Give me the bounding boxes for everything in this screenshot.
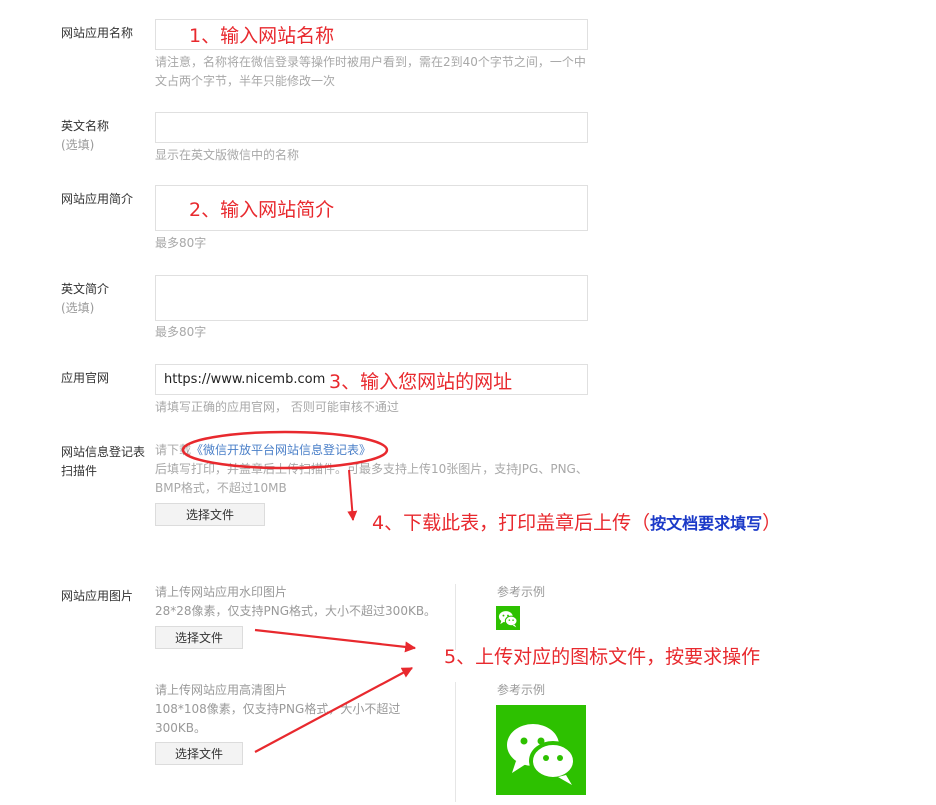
arrow-5a [254,628,417,653]
annotation-arrows [254,469,417,753]
arrow-5b [254,667,413,753]
arrow-4 [347,469,358,521]
